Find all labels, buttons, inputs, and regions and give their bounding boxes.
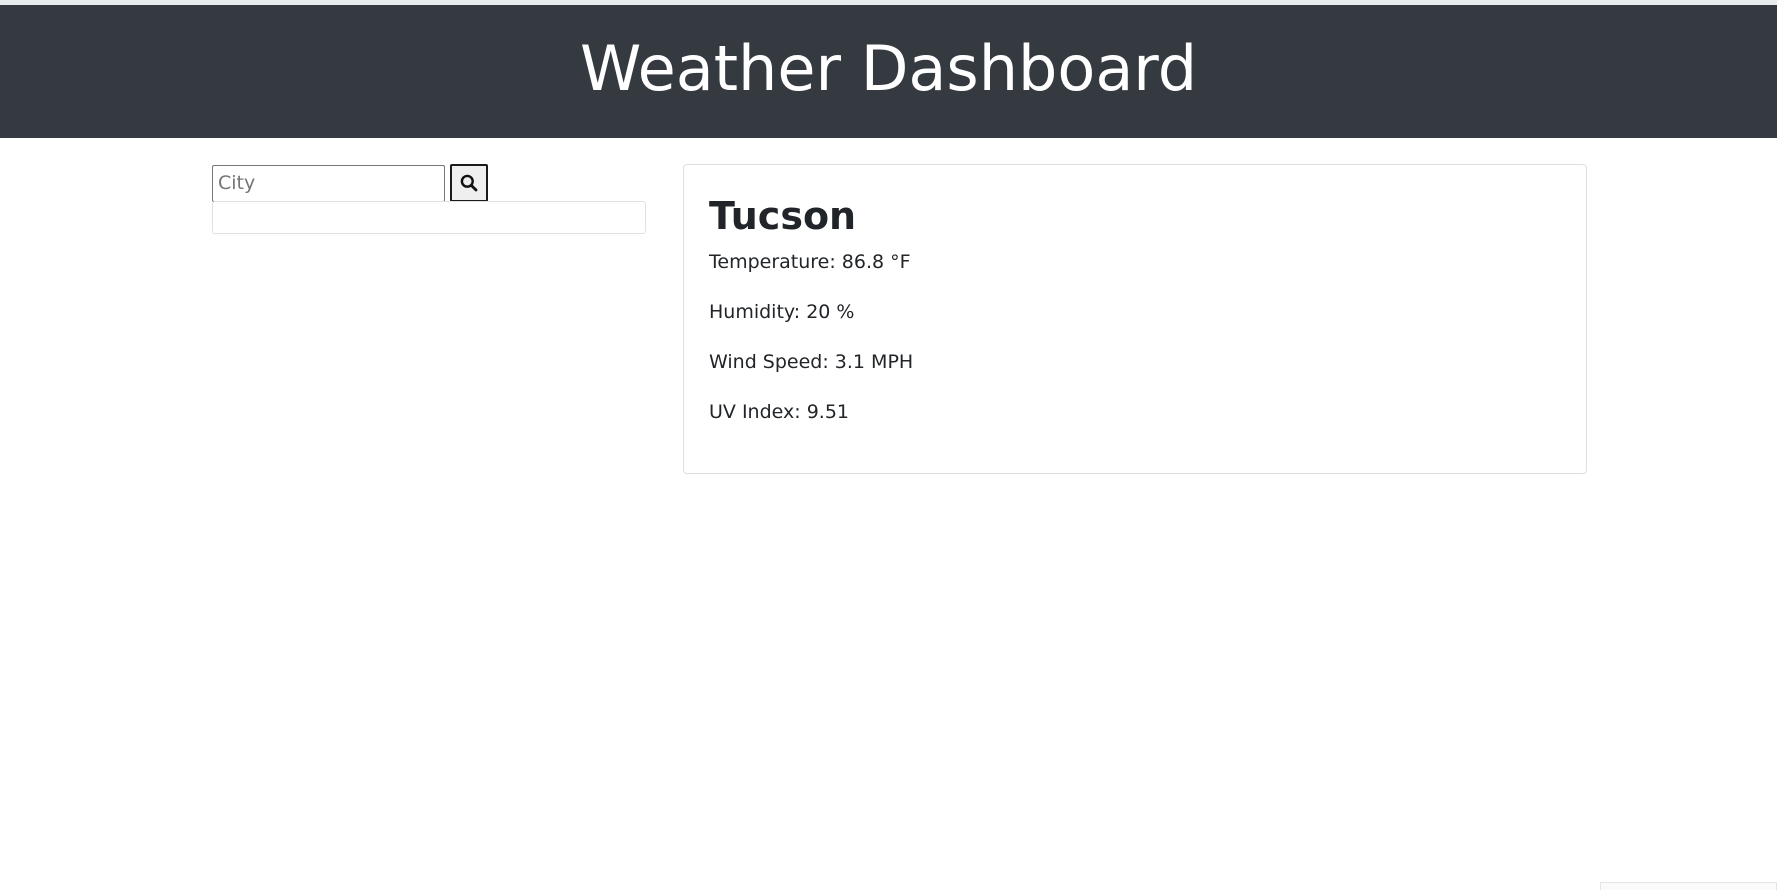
page-title: Weather Dashboard: [579, 32, 1198, 105]
search-button[interactable]: [450, 164, 488, 202]
wind-speed-text: Wind Speed: 3.1 MPH: [709, 351, 914, 373]
corner-overlay: [1600, 882, 1777, 890]
city-search-input[interactable]: [212, 164, 445, 202]
search-form: [212, 164, 488, 202]
uv-index-text: UV Index: 9.51: [709, 401, 849, 423]
temperature-text: Temperature: 86.8 °F: [709, 251, 911, 273]
page-header: Weather Dashboard: [0, 5, 1777, 138]
current-weather-card: Tucson Temperature: 86.8 °F Humidity: 20…: [683, 164, 1587, 474]
search-history-list: [212, 201, 646, 234]
search-icon: [460, 174, 478, 192]
city-name: Tucson: [709, 194, 857, 238]
humidity-text: Humidity: 20 %: [709, 301, 855, 323]
